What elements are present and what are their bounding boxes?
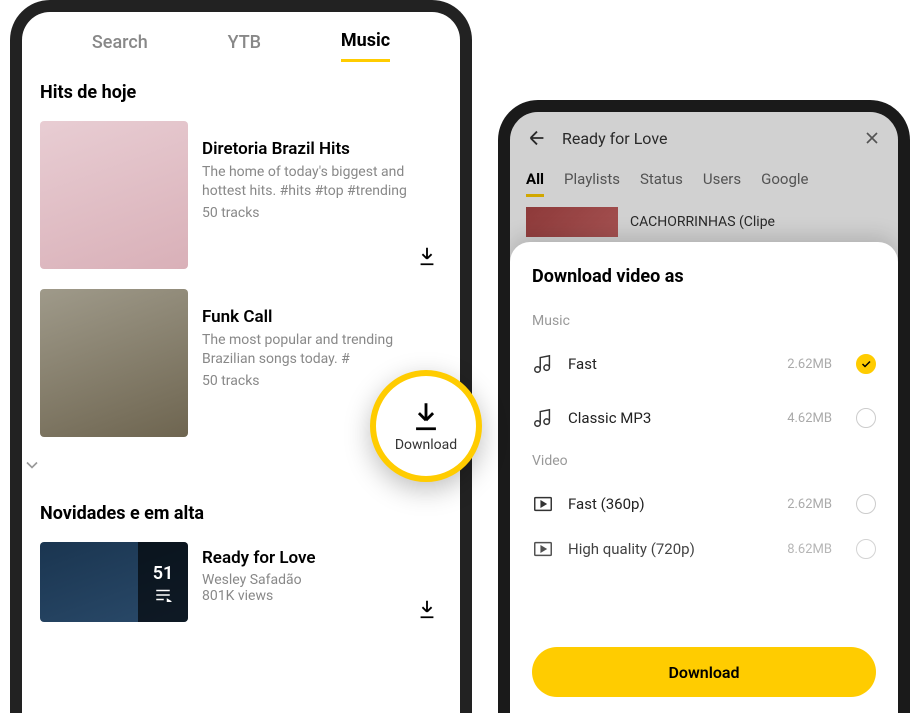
result-title: CACHORRINHAS (Clipe <box>630 214 775 230</box>
thumbnail <box>526 207 618 237</box>
search-header: Ready for Love <box>510 112 898 164</box>
option-size: 2.62MB <box>787 357 832 372</box>
option-label: Fast (360p) <box>568 495 773 513</box>
download-icon <box>409 399 443 433</box>
tab-music[interactable]: Music <box>341 22 390 62</box>
callout-label: Download <box>395 437 457 453</box>
radio-unchecked[interactable] <box>856 494 876 514</box>
thumbnail: 51 <box>40 542 188 622</box>
playlist-overlay: 51 <box>138 542 188 622</box>
item-title: Diretoria Brazil Hits <box>202 139 442 159</box>
group-label-music: Music <box>532 313 876 329</box>
tab-status[interactable]: Status <box>640 170 683 197</box>
tab-google[interactable]: Google <box>761 170 808 197</box>
item-title: Funk Call <box>202 307 442 327</box>
video-icon <box>532 538 554 560</box>
close-icon[interactable] <box>862 128 882 148</box>
option-label: Fast <box>568 355 773 373</box>
download-icon[interactable] <box>416 598 438 620</box>
radio-unchecked[interactable] <box>856 539 876 559</box>
option-classic-mp3[interactable]: Classic MP3 4.62MB <box>532 391 876 445</box>
download-icon[interactable] <box>416 245 438 267</box>
search-query[interactable]: Ready for Love <box>562 129 848 148</box>
item-body: Ready for Love Wesley Safadão 801K views <box>202 542 442 622</box>
tab-search[interactable]: Search <box>92 24 148 61</box>
music-icon <box>532 407 554 429</box>
sheet-title: Download video as <box>532 266 876 287</box>
option-label: Classic MP3 <box>568 409 773 427</box>
section-title-hits: Hits de hoje <box>22 72 460 111</box>
filter-tabs: All Playlists Status Users Google <box>510 164 898 207</box>
option-label: High quality (720p) <box>568 540 773 558</box>
group-label-video: Video <box>532 453 876 469</box>
option-size: 2.62MB <box>787 497 832 512</box>
tab-users[interactable]: Users <box>703 170 741 197</box>
download-sheet: Download video as Music Fast 2.62MB Clas… <box>510 242 898 713</box>
option-fast-video[interactable]: Fast (360p) 2.62MB <box>532 477 876 531</box>
top-tabs: Search YTB Music <box>22 12 460 72</box>
item-title: Ready for Love <box>202 548 442 568</box>
radio-unchecked[interactable] <box>856 408 876 428</box>
section-title-novidades: Novidades e em alta <box>22 493 460 532</box>
option-size: 8.62MB <box>787 542 832 557</box>
item-desc: The home of today's biggest and hottest … <box>202 163 442 201</box>
tab-all[interactable]: All <box>526 170 544 197</box>
option-hq-video[interactable]: High quality (720p) 8.62MB <box>532 531 876 567</box>
item-body: Diretoria Brazil Hits The home of today'… <box>202 121 442 269</box>
phone-right: Ready for Love All Playlists Status User… <box>498 100 910 713</box>
download-button[interactable]: Download <box>532 647 876 697</box>
tab-playlists[interactable]: Playlists <box>564 170 620 197</box>
thumbnail <box>40 289 188 437</box>
playlist-count: 51 <box>153 563 174 584</box>
check-icon <box>860 358 872 370</box>
back-icon[interactable] <box>526 127 548 149</box>
option-fast-music[interactable]: Fast 2.62MB <box>532 337 876 391</box>
item-desc: The most popular and trending Brazilian … <box>202 331 442 369</box>
download-callout[interactable]: Download <box>370 370 482 482</box>
list-item[interactable]: 51 Ready for Love Wesley Safadão 801K vi… <box>22 532 460 632</box>
playlist-icon <box>154 588 172 602</box>
thumbnail <box>40 121 188 269</box>
item-meta: 50 tracks <box>202 205 442 221</box>
radio-checked[interactable] <box>856 354 876 374</box>
music-icon <box>532 353 554 375</box>
video-icon <box>532 493 554 515</box>
item-artist: Wesley Safadão <box>202 572 442 588</box>
list-item[interactable]: Diretoria Brazil Hits The home of today'… <box>22 111 460 279</box>
option-size: 4.62MB <box>787 411 832 426</box>
tab-ytb[interactable]: YTB <box>228 24 261 61</box>
item-views: 801K views <box>202 588 442 604</box>
phone-left: Search YTB Music Hits de hoje Diretoria … <box>10 0 472 713</box>
result-row-peek: CACHORRINHAS (Clipe <box>510 207 898 237</box>
